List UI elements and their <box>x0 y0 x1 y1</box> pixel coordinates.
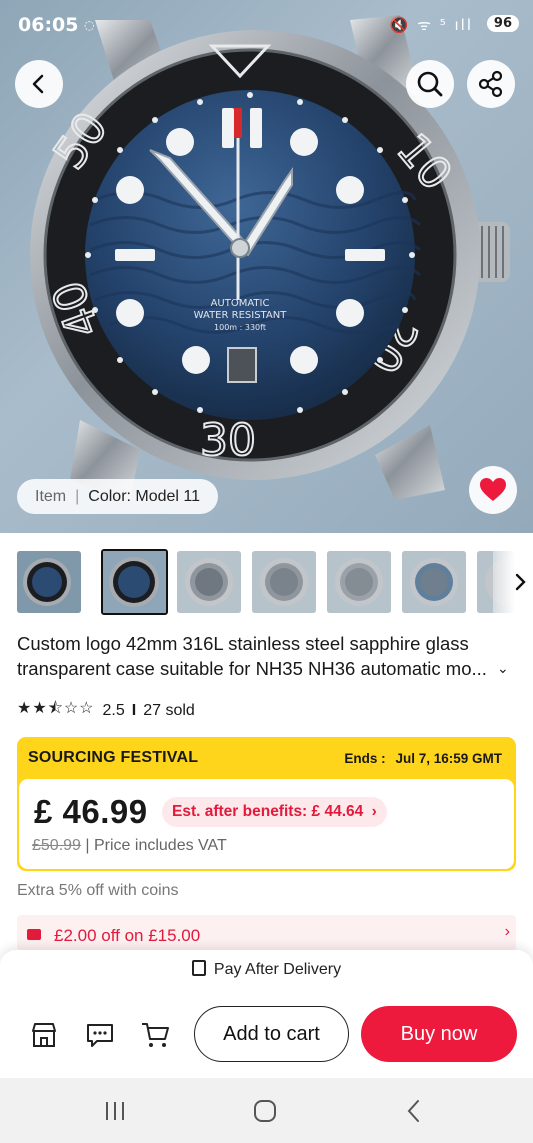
signal-icons: 🔇 ᯤ ⁵ ıll <box>389 16 473 34</box>
rating-divider: I <box>131 701 137 719</box>
chevron-right-icon: › <box>371 803 377 820</box>
share-button[interactable] <box>467 60 515 108</box>
thumbnail[interactable] <box>177 551 241 613</box>
share-icon <box>478 70 503 98</box>
chat-button[interactable] <box>83 1018 117 1052</box>
battery-indicator: 96 <box>486 15 519 32</box>
svg-text:WATER RESISTANT: WATER RESISTANT <box>194 310 288 321</box>
est-after-benefits-label: Est. after benefits: £ 44.64 <box>172 803 364 820</box>
promo-ends: Ends : Jul 7, 16:59 GMT <box>344 751 502 766</box>
store-icon <box>32 1023 56 1047</box>
rating-value: 2.5 <box>102 701 125 719</box>
current-price: £ 46.99 <box>34 793 148 830</box>
status-bar: 06:05 ◌ 🔇 ᯤ ⁵ ıll 96 <box>0 0 533 52</box>
thumbnail[interactable] <box>402 551 466 613</box>
cart-icon <box>142 1023 169 1047</box>
bottom-action-bar: Pay After Delivery Add to cart Buy now <box>0 950 533 1078</box>
svg-text:30: 30 <box>200 415 256 466</box>
heart-icon <box>480 478 506 501</box>
vat-note: | Price includes VAT <box>85 837 227 854</box>
receipt-icon <box>191 960 206 976</box>
pay-after-delivery-label: Pay After Delivery <box>213 961 342 978</box>
buy-now-button[interactable]: Buy now <box>361 1006 517 1062</box>
back-button[interactable] <box>15 60 63 108</box>
back-arrow-icon <box>407 1100 419 1122</box>
thumbnail-watch-icon <box>402 551 466 613</box>
svg-text:AUTOMATIC: AUTOMATIC <box>211 298 270 309</box>
thumbnail[interactable] <box>17 551 81 613</box>
thumbnail-next-button[interactable] <box>493 551 533 613</box>
thumbnail-selected[interactable] <box>101 549 168 615</box>
home-button[interactable] <box>245 1096 285 1126</box>
search-icon <box>417 71 443 97</box>
coins-discount-note: Extra 5% off with coins <box>17 882 179 899</box>
chat-icon <box>87 1024 113 1047</box>
expand-title-icon[interactable]: ⌄ <box>497 660 509 677</box>
coupon-icon <box>27 929 41 940</box>
product-image[interactable]: 10 20 30 40 50 AUTOMATIC WATER RESISTANT… <box>0 0 533 533</box>
system-nav-bar <box>0 1078 533 1143</box>
cart-button[interactable] <box>138 1018 172 1052</box>
store-button[interactable] <box>27 1018 61 1052</box>
thumbnail-watch-icon <box>103 551 166 613</box>
coupon-text: £2.00 off on £15.00 <box>54 926 201 945</box>
home-icon <box>254 1100 276 1122</box>
price-panel: £ 46.99 Est. after benefits: £ 44.64 › £… <box>19 779 514 869</box>
thumbnail-watch-icon <box>327 551 391 613</box>
variant-divider: | <box>75 487 80 505</box>
chevron-left-icon <box>32 74 44 94</box>
system-back-button[interactable] <box>394 1096 434 1126</box>
status-time: 06:05 <box>18 14 79 36</box>
variant-selector[interactable]: Item | Color: Model 11 <box>17 479 219 514</box>
variant-key: Item <box>35 487 67 505</box>
coupon-row[interactable]: £2.00 off on £15.00 › <box>17 915 516 951</box>
rating-row[interactable]: ★★⯪☆☆ 2.5 I 27 sold <box>17 697 195 724</box>
sync-icon: ◌ <box>84 18 95 32</box>
thumbnail-watch-icon <box>17 551 81 613</box>
thumbnail[interactable] <box>252 551 316 613</box>
add-to-cart-button[interactable]: Add to cart <box>194 1006 349 1062</box>
promo-card: SOURCING FESTIVAL Ends : Jul 7, 16:59 GM… <box>17 737 516 871</box>
original-price: £50.99 <box>32 837 81 854</box>
sold-count: 27 sold <box>143 701 195 719</box>
recent-apps-icon <box>106 1102 124 1120</box>
chevron-right-icon: › <box>504 923 510 940</box>
pay-after-delivery: Pay After Delivery <box>0 960 533 979</box>
product-title[interactable]: Custom logo 42mm 316L stainless steel sa… <box>17 631 517 681</box>
variant-value: Color: Model 11 <box>88 487 201 505</box>
thumbnail[interactable] <box>327 551 391 613</box>
est-after-benefits[interactable]: Est. after benefits: £ 44.64 › <box>162 797 387 827</box>
search-button[interactable] <box>406 60 454 108</box>
svg-text:100m : 330ft: 100m : 330ft <box>214 323 266 332</box>
thumbnail-watch-icon <box>177 551 241 613</box>
original-price-row: £50.99 | Price includes VAT <box>32 837 227 855</box>
rating-stars: ★★⯪☆☆ <box>17 700 95 717</box>
chevron-right-icon <box>515 573 526 591</box>
thumbnail-watch-icon <box>252 551 316 613</box>
recent-apps-button[interactable] <box>95 1096 135 1126</box>
wishlist-button[interactable] <box>469 466 517 514</box>
promo-ends-value: Jul 7, 16:59 GMT <box>395 751 502 766</box>
promo-ends-label: Ends : <box>344 751 386 766</box>
promo-heading: SOURCING FESTIVAL <box>28 749 199 766</box>
thumbnail-strip <box>17 549 533 615</box>
